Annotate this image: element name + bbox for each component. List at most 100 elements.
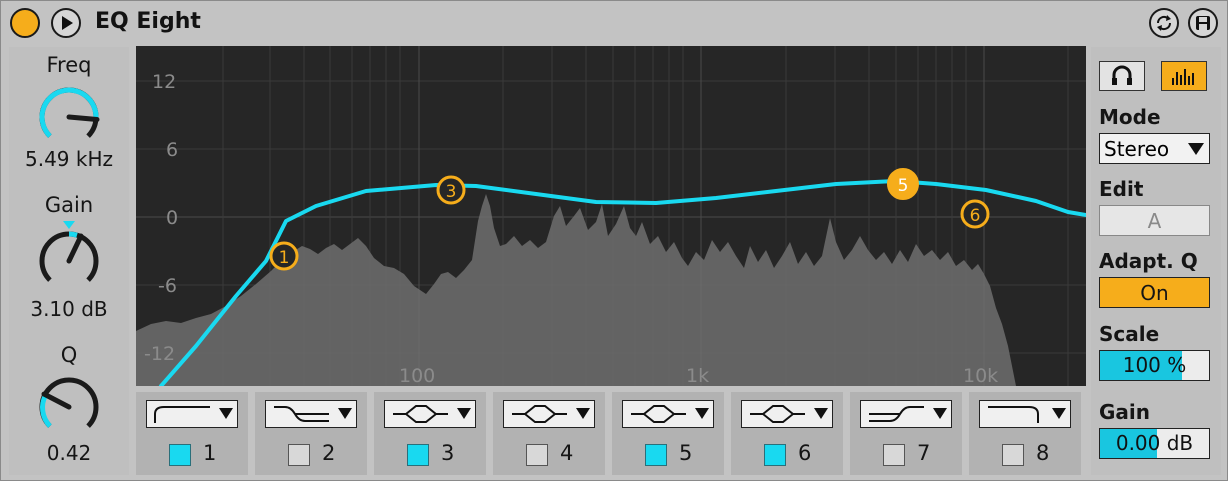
edit-button[interactable]: A bbox=[1099, 205, 1210, 236]
band-toggle[interactable] bbox=[645, 444, 667, 466]
band-marker-label: 5 bbox=[898, 176, 909, 196]
band-number: 1 bbox=[203, 441, 217, 465]
band-marker-3[interactable]: 3 bbox=[436, 175, 466, 205]
chevron-down-icon bbox=[1052, 408, 1066, 419]
freq-tick: 1k bbox=[686, 365, 709, 386]
chevron-down-icon bbox=[338, 408, 352, 419]
bell-icon bbox=[750, 405, 805, 423]
band-number: 7 bbox=[917, 441, 931, 465]
freq-label: Freq bbox=[46, 53, 92, 77]
band-marker-label: 3 bbox=[446, 182, 457, 202]
bell-icon bbox=[631, 405, 686, 423]
bell-icon bbox=[512, 405, 567, 423]
mode-select[interactable]: Stereo bbox=[1099, 133, 1210, 164]
band-8: 8 bbox=[969, 392, 1081, 475]
db-tick: -12 bbox=[144, 343, 175, 365]
band-number: 3 bbox=[441, 441, 455, 465]
filter-type-select[interactable] bbox=[979, 400, 1071, 428]
headphones-icon bbox=[1112, 65, 1132, 85]
db-tick: 0 bbox=[166, 207, 178, 229]
gain-value: 3.10 dB bbox=[30, 297, 108, 321]
analyzer-toggle[interactable] bbox=[1161, 61, 1207, 91]
chevron-down-icon bbox=[695, 408, 709, 419]
eq-eight-device: EQ Eight Freq 5.49 kHz Gain 3.10 dB Q 0.… bbox=[0, 0, 1228, 481]
title-bar: EQ Eight bbox=[1, 1, 1228, 45]
db-tick: -6 bbox=[158, 275, 177, 297]
band-marker-label: 1 bbox=[279, 248, 290, 268]
band-marker-label: 6 bbox=[970, 206, 981, 226]
low-shelf-icon bbox=[274, 406, 329, 422]
filter-type-select[interactable] bbox=[265, 400, 357, 428]
band-3: 3 bbox=[374, 392, 486, 475]
hotswap-icon[interactable] bbox=[1149, 8, 1179, 38]
knob-panel: Freq 5.49 kHz Gain 3.10 dB Q 0.42 bbox=[9, 47, 129, 475]
q-knob[interactable] bbox=[33, 371, 105, 443]
device-title: EQ Eight bbox=[95, 9, 201, 34]
band-toggle[interactable] bbox=[1002, 444, 1024, 466]
q-value: 0.42 bbox=[46, 441, 92, 465]
band-number: 8 bbox=[1036, 441, 1050, 465]
edit-label: Edit bbox=[1099, 177, 1144, 201]
db-tick: 6 bbox=[166, 139, 178, 161]
chevron-down-icon bbox=[933, 408, 947, 419]
gain-knob[interactable] bbox=[33, 219, 105, 295]
band-1: 1 bbox=[136, 392, 248, 475]
spectrum-analyzer bbox=[136, 194, 1016, 386]
band-toggle[interactable] bbox=[764, 444, 786, 466]
band-number: 6 bbox=[798, 441, 812, 465]
gain-out-label: Gain bbox=[1099, 400, 1151, 424]
save-icon[interactable] bbox=[1188, 8, 1218, 38]
filter-type-select[interactable] bbox=[146, 400, 238, 428]
band-toggle[interactable] bbox=[883, 444, 905, 466]
band-2: 2 bbox=[255, 392, 367, 475]
scale-slider[interactable]: 100 % bbox=[1099, 350, 1210, 381]
high-shelf-icon bbox=[869, 406, 924, 422]
scale-label: Scale bbox=[1099, 322, 1160, 346]
scale-value: 100 % bbox=[1122, 353, 1187, 377]
band-7: 7 bbox=[850, 392, 962, 475]
eq-display[interactable]: 12 6 0 -6 -12 100 1k 10k 1 3 5 6 bbox=[136, 46, 1086, 386]
filter-type-select[interactable] bbox=[384, 400, 476, 428]
freq-tick: 100 bbox=[399, 365, 435, 386]
band-marker-1[interactable]: 1 bbox=[269, 241, 299, 271]
band-6: 6 bbox=[731, 392, 843, 475]
chevron-down-icon bbox=[219, 408, 233, 419]
adaptq-label: Adapt. Q bbox=[1099, 249, 1198, 273]
chevron-down-icon bbox=[576, 408, 590, 419]
freq-knob[interactable] bbox=[33, 81, 105, 153]
chevron-down-icon bbox=[1188, 143, 1204, 155]
chevron-down-icon bbox=[814, 408, 828, 419]
band-toggle[interactable] bbox=[169, 444, 191, 466]
settings-panel: Mode Stereo Edit A Adapt. Q On Scale 100… bbox=[1091, 47, 1221, 475]
band-4: 4 bbox=[493, 392, 605, 475]
band-marker-5[interactable]: 5 bbox=[887, 168, 919, 200]
adaptq-toggle[interactable]: On bbox=[1099, 277, 1210, 308]
filter-type-select[interactable] bbox=[622, 400, 714, 428]
band-toggle[interactable] bbox=[407, 444, 429, 466]
freq-tick: 10k bbox=[963, 365, 998, 386]
band-number: 2 bbox=[322, 441, 336, 465]
audition-button[interactable] bbox=[1099, 61, 1145, 91]
band-marker-6[interactable]: 6 bbox=[960, 199, 990, 229]
filter-type-select[interactable] bbox=[503, 400, 595, 428]
band-toggle[interactable] bbox=[288, 444, 310, 466]
play-icon[interactable] bbox=[51, 8, 81, 38]
spectrum-icon bbox=[1172, 69, 1194, 85]
filter-type-select[interactable] bbox=[741, 400, 833, 428]
gain-out-value: 0.00 dB bbox=[1115, 431, 1194, 455]
band-number: 4 bbox=[560, 441, 574, 465]
high-cut-icon bbox=[988, 406, 1039, 423]
band-toggle[interactable] bbox=[526, 444, 548, 466]
band-5: 5 bbox=[612, 392, 724, 475]
freq-value: 5.49 kHz bbox=[24, 147, 113, 171]
mode-label: Mode bbox=[1099, 105, 1161, 129]
gain-label: Gain bbox=[44, 193, 94, 217]
output-gain-slider[interactable]: 0.00 dB bbox=[1099, 428, 1210, 459]
filter-type-select[interactable] bbox=[860, 400, 952, 428]
bell-icon bbox=[393, 405, 448, 423]
db-tick: 12 bbox=[152, 71, 176, 93]
power-icon[interactable] bbox=[10, 8, 40, 38]
mode-value: Stereo bbox=[1104, 137, 1170, 161]
band-number: 5 bbox=[679, 441, 693, 465]
q-label: Q bbox=[60, 343, 78, 367]
